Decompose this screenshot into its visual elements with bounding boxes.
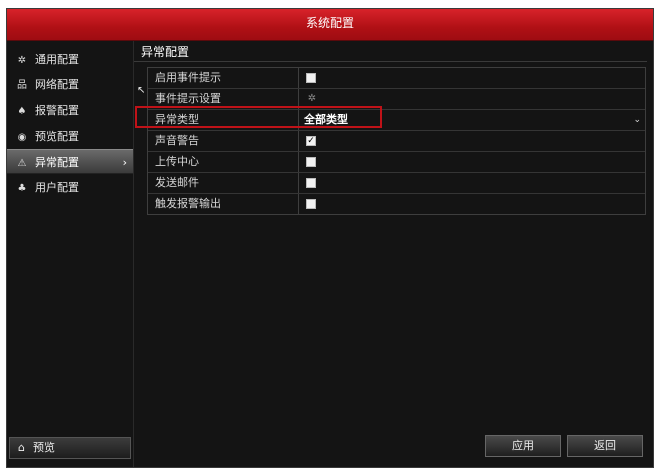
setting-row-upload-center: 上传中心: [148, 152, 645, 173]
setting-label: 发送邮件: [148, 173, 299, 193]
sidebar-item-alarm[interactable]: ♠ 报警配置: [7, 98, 133, 123]
setting-label: 上传中心: [148, 152, 299, 172]
apply-button[interactable]: 应用: [485, 435, 561, 457]
section-title: 异常配置: [139, 43, 192, 62]
gear-icon: ✲: [17, 55, 27, 66]
gear-icon[interactable]: ✲: [306, 93, 318, 105]
back-button[interactable]: 返回: [567, 435, 643, 457]
sidebar-item-preview-config[interactable]: ◉ 预览配置: [7, 124, 133, 149]
enable-event-hint-checkbox[interactable]: [306, 73, 316, 83]
users-icon: ♣: [17, 183, 27, 194]
section-divider: [134, 61, 647, 62]
setting-row-send-email: 发送邮件: [148, 173, 645, 194]
setting-row-audible-warning: 声音警告 ✓: [148, 131, 645, 152]
network-icon: 品: [17, 80, 27, 91]
sidebar-item-label: 通用配置: [35, 53, 79, 66]
sidebar-item-label: 网络配置: [35, 78, 79, 91]
sidebar-item-label: 报警配置: [35, 104, 79, 117]
main-panel: 异常配置 启用事件提示 事件提示设置 ✲ 异常类型 全部类型 ⌄ 声音警告 ✓: [134, 41, 653, 467]
eye-icon: ◉: [17, 132, 27, 143]
alarm-icon: ♠: [17, 106, 27, 117]
window-title: 系统配置: [7, 9, 653, 41]
setting-label: 声音警告: [148, 131, 299, 151]
sidebar-item-general[interactable]: ✲ 通用配置: [7, 47, 133, 72]
audible-warning-checkbox[interactable]: ✓: [306, 136, 316, 146]
sidebar-item-users[interactable]: ♣ 用户配置: [7, 175, 133, 200]
setting-row-enable-event-hint: 启用事件提示: [148, 68, 645, 89]
system-config-window: 系统配置 ✲ 通用配置 品网络配置 ♠ 报警配置 ◉ 预览配置 ⚠ 异常配置 › ♣ 用户…: [6, 8, 654, 468]
setting-label: 事件提示设置: [148, 89, 299, 109]
sidebar-item-exception[interactable]: ⚠ 异常配置 ›: [7, 149, 133, 174]
trigger-alarm-output-checkbox[interactable]: [306, 199, 316, 209]
setting-row-exception-type: 异常类型 全部类型 ⌄: [148, 110, 645, 131]
sidebar-item-label: 预览配置: [35, 130, 79, 143]
chevron-down-icon: ⌄: [633, 115, 641, 125]
send-email-checkbox[interactable]: [306, 178, 316, 188]
setting-row-trigger-alarm-output: 触发报警输出: [148, 194, 645, 214]
setting-label: 触发报警输出: [148, 194, 299, 214]
sidebar-item-network[interactable]: 品网络配置: [7, 72, 133, 97]
setting-row-event-hint-settings: 事件提示设置 ✲: [148, 89, 645, 110]
mouse-cursor-icon: ↖: [137, 85, 146, 96]
sidebar-item-label: 用户配置: [35, 181, 79, 194]
chevron-right-icon: ›: [122, 156, 127, 169]
preview-button[interactable]: ⌂ 预览: [9, 437, 131, 459]
setting-label: 启用事件提示: [148, 68, 299, 88]
preview-button-label: 预览: [32, 441, 55, 454]
setting-label: 异常类型: [148, 110, 299, 130]
settings-table: 启用事件提示 事件提示设置 ✲ 异常类型 全部类型 ⌄ 声音警告 ✓ 上传中心: [147, 67, 646, 215]
sidebar-item-label: 异常配置: [35, 156, 79, 169]
exception-type-value: 全部类型: [304, 113, 348, 126]
home-icon: ⌂: [18, 441, 25, 454]
warning-icon: ⚠: [17, 158, 27, 169]
upload-center-checkbox[interactable]: [306, 157, 316, 167]
sidebar: ✲ 通用配置 品网络配置 ♠ 报警配置 ◉ 预览配置 ⚠ 异常配置 › ♣ 用户配置 ⌂ 预…: [7, 41, 134, 467]
exception-type-select[interactable]: 全部类型 ⌄: [300, 110, 645, 130]
